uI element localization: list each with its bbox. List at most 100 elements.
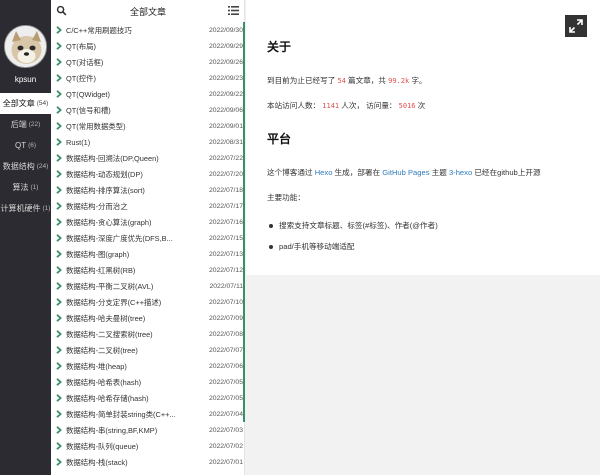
visitors-line: 本站访问人数： 1141 人次， 访问量： 5016 次 <box>267 100 425 111</box>
article-list-item[interactable]: 数据结构-深度广度优先(DFS,B... 2022/07/15 <box>51 230 245 246</box>
theme-link[interactable]: 3-hexo <box>449 168 472 177</box>
search-icon[interactable] <box>56 5 67 16</box>
article-title: C/C++常用刷题技巧 <box>66 25 132 35</box>
category-item-all[interactable]: 全部文章 (54) <box>0 93 51 114</box>
article-marker <box>243 214 245 230</box>
article-list-item[interactable]: QT(控件) 2022/09/23 <box>51 70 245 86</box>
article-title: QT(QWidget) <box>66 89 110 99</box>
article-title: QT(对话框) <box>66 57 104 67</box>
list-toggle-icon[interactable] <box>228 6 239 15</box>
list-item: pad/手机等移动端适配 <box>267 236 438 257</box>
article-date: 2022/09/06 <box>208 106 243 114</box>
chevron-right-icon <box>56 458 62 466</box>
article-list-item[interactable]: 数据结构-分支定界(C++描述) 2022/07/10 <box>51 294 245 310</box>
avatar[interactable] <box>4 25 47 68</box>
article-date: 2022/07/04 <box>208 410 243 418</box>
article-list-item[interactable]: 数据结构-栈(stack) 2022/07/01 <box>51 454 245 470</box>
article-list-item[interactable]: 数据结构-贪心算法(graph) 2022/07/16 <box>51 214 245 230</box>
article-list-item[interactable]: Rust(1) 2022/08/31 <box>51 134 245 150</box>
article-list-item[interactable]: 数据结构-分而治之 2022/07/17 <box>51 198 245 214</box>
article-list: C/C++常用刷题技巧 2022/09/30 QT(布局) 2022/09/29 QT(… <box>51 22 245 470</box>
article-list-item[interactable]: QT(布局) 2022/09/29 <box>51 38 245 54</box>
article-marker <box>243 102 245 118</box>
hexo-link[interactable]: Hexo <box>315 168 333 177</box>
article-title: 数据结构-堆(heap) <box>66 361 127 371</box>
article-list-item[interactable]: 数据结构-二叉搜索树(tree) 2022/07/08 <box>51 326 245 342</box>
article-list-item[interactable]: 数据结构-简单封装string类(C++... 2022/07/04 <box>51 406 245 422</box>
article-date: 2022/07/18 <box>208 186 243 194</box>
category-label: 全部文章 <box>2 99 35 108</box>
article-title: 数据结构-栈(stack) <box>66 457 128 467</box>
chevron-right-icon <box>56 138 62 146</box>
article-list-item[interactable]: 数据结构-回溯法(DP,Queen) 2022/07/22 <box>51 150 245 166</box>
article-list-item[interactable]: C/C++常用刷题技巧 2022/09/30 <box>51 22 245 38</box>
article-list-item[interactable]: 数据结构-队列(queue) 2022/07/02 <box>51 438 245 454</box>
article-date: 2022/09/23 <box>208 74 243 82</box>
article-list-item[interactable]: 数据结构-二叉树(tree) 2022/07/07 <box>51 342 245 358</box>
article-title: 数据结构-二叉树(tree) <box>66 345 138 355</box>
chevron-right-icon <box>56 346 62 354</box>
chevron-right-icon <box>56 266 62 274</box>
article-title: 数据结构-分而治之 <box>66 201 128 211</box>
article-list-item[interactable]: 数据结构-平衡二叉树(AVL) 2022/07/11 <box>51 278 245 294</box>
article-list-item[interactable]: 数据结构-动态规划(DP) 2022/07/20 <box>51 166 245 182</box>
visitors-text: 本站访问人数： <box>267 101 321 110</box>
article-title: 数据结构-分支定界(C++描述) <box>66 297 162 307</box>
platform-text: 主题 <box>431 168 447 177</box>
article-date: 2022/07/05 <box>208 378 243 386</box>
category-item-hardware[interactable]: 计算机硬件 (1) <box>0 198 51 219</box>
article-list-item[interactable]: 数据结构-哈希表(hash) 2022/07/05 <box>51 374 245 390</box>
platform-text: 生成，部署在 <box>334 168 381 177</box>
category-item-data-structures[interactable]: 数据结构 (24) <box>0 156 51 177</box>
feature-text: 搜索支持文章标题、标签(#标签)、作者(@作者) <box>279 221 438 230</box>
expand-icon <box>569 19 583 33</box>
article-title: 数据结构-深度广度优先(DFS,B... <box>66 233 173 243</box>
post-count: 54 <box>337 77 346 85</box>
chevron-right-icon <box>56 186 62 194</box>
article-marker <box>243 294 245 310</box>
article-list-item[interactable]: QT(QWidget) 2022/09/22 <box>51 86 245 102</box>
article-marker <box>243 374 245 390</box>
category-item-backend[interactable]: 后端 (22) <box>0 114 51 135</box>
category-item-algorithms[interactable]: 算法 (1) <box>0 177 51 198</box>
article-marker <box>243 86 245 102</box>
word-count: 99.2k <box>388 77 410 85</box>
article-date: 2022/09/30 <box>208 26 243 34</box>
stats-text: 到目前为止已经写了 <box>267 76 336 85</box>
article-list-item[interactable]: QT(对话框) 2022/09/26 <box>51 54 245 70</box>
chevron-right-icon <box>56 250 62 258</box>
article-list-item[interactable]: 数据结构-哈希存储(hash) 2022/07/05 <box>51 390 245 406</box>
about-heading: 关于 <box>267 40 292 54</box>
chevron-right-icon <box>56 314 62 322</box>
article-date: 2022/07/06 <box>208 362 243 370</box>
chevron-right-icon <box>56 90 62 98</box>
article-list-item[interactable]: 数据结构-红黑树(RB) 2022/07/12 <box>51 262 245 278</box>
article-list-item[interactable]: QT(常用数据类型) 2022/09/01 <box>51 118 245 134</box>
article-date: 2022/07/05 <box>208 394 243 402</box>
article-marker <box>243 182 245 198</box>
article-date: 2022/07/22 <box>208 154 243 162</box>
article-list-item[interactable]: 数据结构-排序算法(sort) 2022/07/18 <box>51 182 245 198</box>
article-date: 2022/07/10 <box>208 298 243 306</box>
article-marker <box>243 406 245 422</box>
article-marker <box>243 230 245 246</box>
article-list-item[interactable]: 数据结构-堆(heap) 2022/07/06 <box>51 358 245 374</box>
platform-text: 这个博客通过 <box>267 168 313 177</box>
chevron-right-icon <box>56 282 62 290</box>
article-marker <box>243 358 245 374</box>
article-list-item[interactable]: 数据结构-图(graph) 2022/07/13 <box>51 246 245 262</box>
stats-text: 字。 <box>411 76 427 85</box>
category-label: 计算机硬件 <box>0 204 41 213</box>
category-item-qt[interactable]: QT (6) <box>0 135 51 156</box>
article-date: 2022/07/03 <box>208 426 243 434</box>
article-title: 数据结构-平衡二叉树(AVL) <box>66 281 154 291</box>
chevron-right-icon <box>56 234 62 242</box>
chevron-right-icon <box>56 298 62 306</box>
article-list-item[interactable]: 数据结构-哈夫曼树(tree) 2022/07/09 <box>51 310 245 326</box>
github-pages-link[interactable]: GitHub Pages <box>382 168 429 177</box>
article-date: 2022/07/13 <box>208 250 243 258</box>
bullet-icon <box>269 223 273 228</box>
article-list-item[interactable]: QT(信号和槽) 2022/09/06 <box>51 102 245 118</box>
article-list-item[interactable]: 数据结构-串(string,BF,KMP) 2022/07/03 <box>51 422 245 438</box>
fullscreen-button[interactable] <box>565 15 587 37</box>
